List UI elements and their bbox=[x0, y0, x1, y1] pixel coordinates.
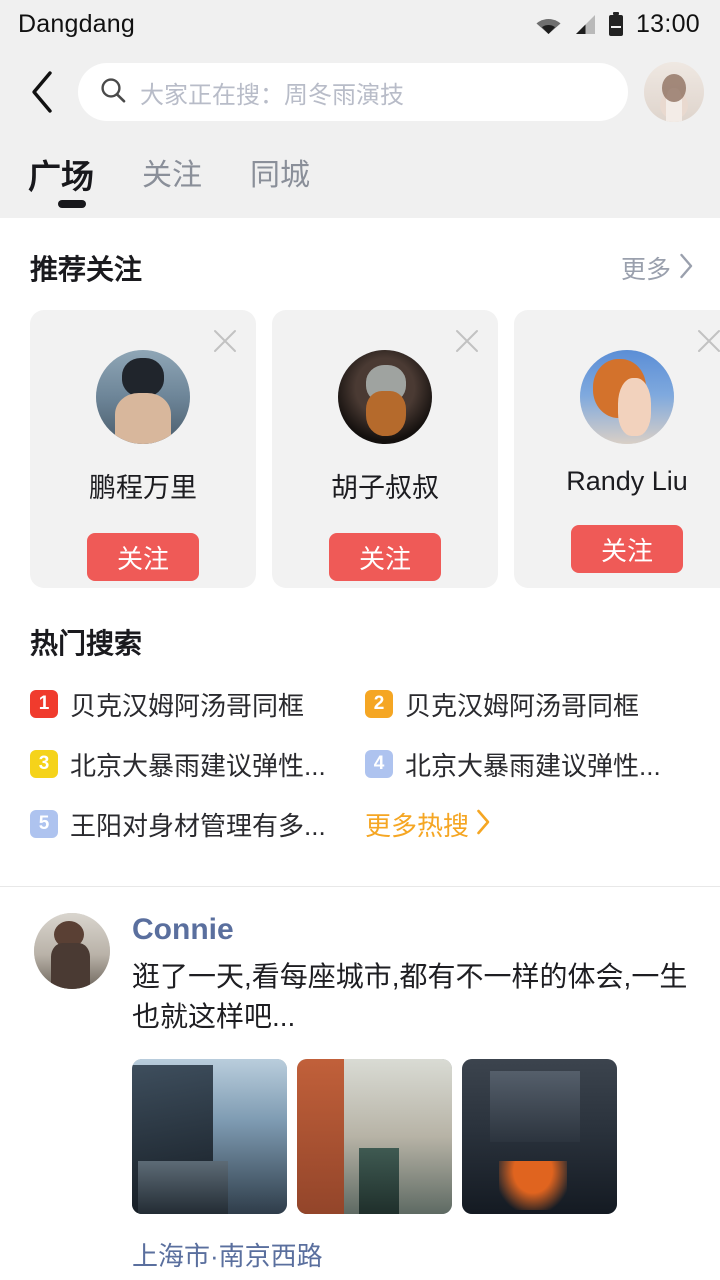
tab-plaza-label: 广场 bbox=[28, 158, 94, 195]
post-text: 逛了一天,看每座城市,都有不一样的体会,一生也就这样吧... bbox=[132, 961, 688, 1032]
avatar[interactable] bbox=[580, 350, 674, 444]
recommend-card[interactable]: 胡子叔叔 关注 bbox=[272, 310, 498, 588]
avatar[interactable] bbox=[338, 350, 432, 444]
avatar-image bbox=[644, 62, 704, 122]
follow-button-label: 关注 bbox=[116, 543, 169, 574]
city-street-photo bbox=[132, 1058, 287, 1214]
post-photo[interactable] bbox=[297, 1058, 452, 1214]
post-location[interactable]: 上海市·南京西路 bbox=[132, 1236, 696, 1273]
hot-search-more-label: 更多热搜 bbox=[365, 810, 470, 841]
hot-search-item[interactable]: 3 北京大暴雨建议弹性... bbox=[30, 740, 365, 788]
profile-avatar[interactable] bbox=[644, 62, 704, 122]
app-screen: Dangdang 13:00 大家正在搜：周冬雨演技 广场 关注 同城 推荐关注… bbox=[0, 0, 720, 1280]
follow-button[interactable]: 关注 bbox=[329, 533, 441, 581]
tab-nearby-label: 同城 bbox=[250, 159, 310, 192]
post-photo[interactable] bbox=[132, 1058, 287, 1214]
feed-post[interactable]: Connie 逛了一天,看每座城市,都有不一样的体会,一生也就这样吧... 上海… bbox=[0, 887, 720, 1280]
close-icon[interactable] bbox=[454, 328, 480, 354]
post-username[interactable]: Connie bbox=[132, 913, 696, 947]
follow-button-label: 关注 bbox=[358, 543, 411, 574]
post-photo-grid bbox=[132, 1058, 696, 1214]
avatar[interactable] bbox=[96, 350, 190, 444]
wifi-icon bbox=[536, 15, 561, 34]
clock-label: 13:00 bbox=[635, 9, 700, 38]
avatar-image bbox=[96, 350, 190, 444]
hot-search-text: 王阳对身材管理有多... bbox=[70, 810, 326, 841]
rank-badge: 3 bbox=[30, 750, 58, 778]
recommend-card-name: Randy Liu bbox=[566, 466, 688, 496]
tab-following[interactable]: 关注 bbox=[142, 150, 202, 206]
night-waterfront-photo bbox=[462, 1058, 617, 1214]
venice-canal-photo bbox=[297, 1058, 452, 1214]
hot-search-text: 北京大暴雨建议弹性... bbox=[70, 750, 326, 781]
carrier-label: Dangdang bbox=[18, 9, 135, 38]
close-icon[interactable] bbox=[696, 328, 720, 354]
avatar-image bbox=[34, 913, 110, 989]
hot-search-item[interactable]: 2 贝克汉姆阿汤哥同框 bbox=[365, 680, 700, 728]
status-bar: Dangdang 13:00 bbox=[0, 0, 720, 48]
avatar-image bbox=[580, 350, 674, 444]
search-icon bbox=[100, 77, 126, 108]
recommend-title: 推荐关注 bbox=[30, 254, 143, 285]
recommend-card[interactable]: Randy Liu 关注 bbox=[514, 310, 720, 588]
hot-search-text: 贝克汉姆阿汤哥同框 bbox=[70, 690, 305, 721]
hot-search-item[interactable]: 4 北京大暴雨建议弹性... bbox=[365, 740, 700, 788]
rank-badge: 5 bbox=[30, 810, 58, 838]
header-zone: Dangdang 13:00 大家正在搜：周冬雨演技 广场 关注 同城 bbox=[0, 0, 720, 218]
search-placeholder: 大家正在搜：周冬雨演技 bbox=[140, 81, 404, 109]
back-button[interactable] bbox=[14, 64, 70, 120]
status-icons: 13:00 bbox=[536, 10, 700, 39]
hot-search-title: 热门搜索 bbox=[30, 628, 143, 659]
chevron-right-icon bbox=[476, 809, 491, 840]
follow-button-label: 关注 bbox=[600, 535, 653, 566]
avatar-image bbox=[338, 350, 432, 444]
follow-button[interactable]: 关注 bbox=[571, 525, 683, 573]
hot-search-list: 1 贝克汉姆阿汤哥同框 2 贝克汉姆阿汤哥同框 3 北京大暴雨建议弹性... 4… bbox=[0, 662, 720, 848]
recommend-card[interactable]: 鹏程万里 关注 bbox=[30, 310, 256, 588]
hot-search-item[interactable]: 1 贝克汉姆阿汤哥同框 bbox=[30, 680, 365, 728]
close-icon[interactable] bbox=[212, 328, 238, 354]
post-photo[interactable] bbox=[462, 1058, 617, 1214]
hot-search-text: 贝克汉姆阿汤哥同框 bbox=[405, 690, 640, 721]
tab-following-label: 关注 bbox=[142, 159, 202, 192]
tab-plaza[interactable]: 广场 bbox=[28, 150, 94, 210]
hot-search-section: 热门搜索 1 贝克汉姆阿汤哥同框 2 贝克汉姆阿汤哥同框 3 北京大暴雨建议弹性… bbox=[0, 588, 720, 848]
search-row: 大家正在搜：周冬雨演技 bbox=[0, 48, 720, 136]
rank-badge: 2 bbox=[365, 690, 393, 718]
signal-icon bbox=[574, 14, 596, 34]
recommend-more-label: 更多 bbox=[620, 256, 671, 284]
battery-icon bbox=[608, 12, 623, 36]
tab-active-indicator bbox=[58, 200, 86, 208]
rank-badge: 4 bbox=[365, 750, 393, 778]
post-body: Connie 逛了一天,看每座城市,都有不一样的体会,一生也就这样吧... 上海… bbox=[132, 913, 696, 1280]
hot-search-text: 北京大暴雨建议弹性... bbox=[405, 750, 661, 781]
avatar[interactable] bbox=[34, 913, 110, 989]
tab-nearby[interactable]: 同城 bbox=[250, 150, 310, 206]
search-input[interactable]: 大家正在搜：周冬雨演技 bbox=[78, 63, 628, 121]
recommend-card-list[interactable]: 鹏程万里 关注 胡子叔叔 关注 Randy Liu 关注 bbox=[0, 288, 720, 588]
follow-button[interactable]: 关注 bbox=[87, 533, 199, 581]
hot-search-more-button[interactable]: 更多热搜 bbox=[365, 800, 700, 848]
chevron-right-icon bbox=[679, 253, 694, 284]
rank-badge: 1 bbox=[30, 690, 58, 718]
recommend-card-name: 胡子叔叔 bbox=[331, 473, 439, 503]
back-chevron-icon bbox=[29, 70, 55, 114]
hot-search-item[interactable]: 5 王阳对身材管理有多... bbox=[30, 800, 365, 848]
recommend-header: 推荐关注 更多 bbox=[0, 218, 720, 288]
recommend-card-name: 鹏程万里 bbox=[89, 473, 197, 503]
tab-bar: 广场 关注 同城 bbox=[0, 136, 720, 218]
recommend-more-button[interactable]: 更多 bbox=[621, 250, 694, 286]
